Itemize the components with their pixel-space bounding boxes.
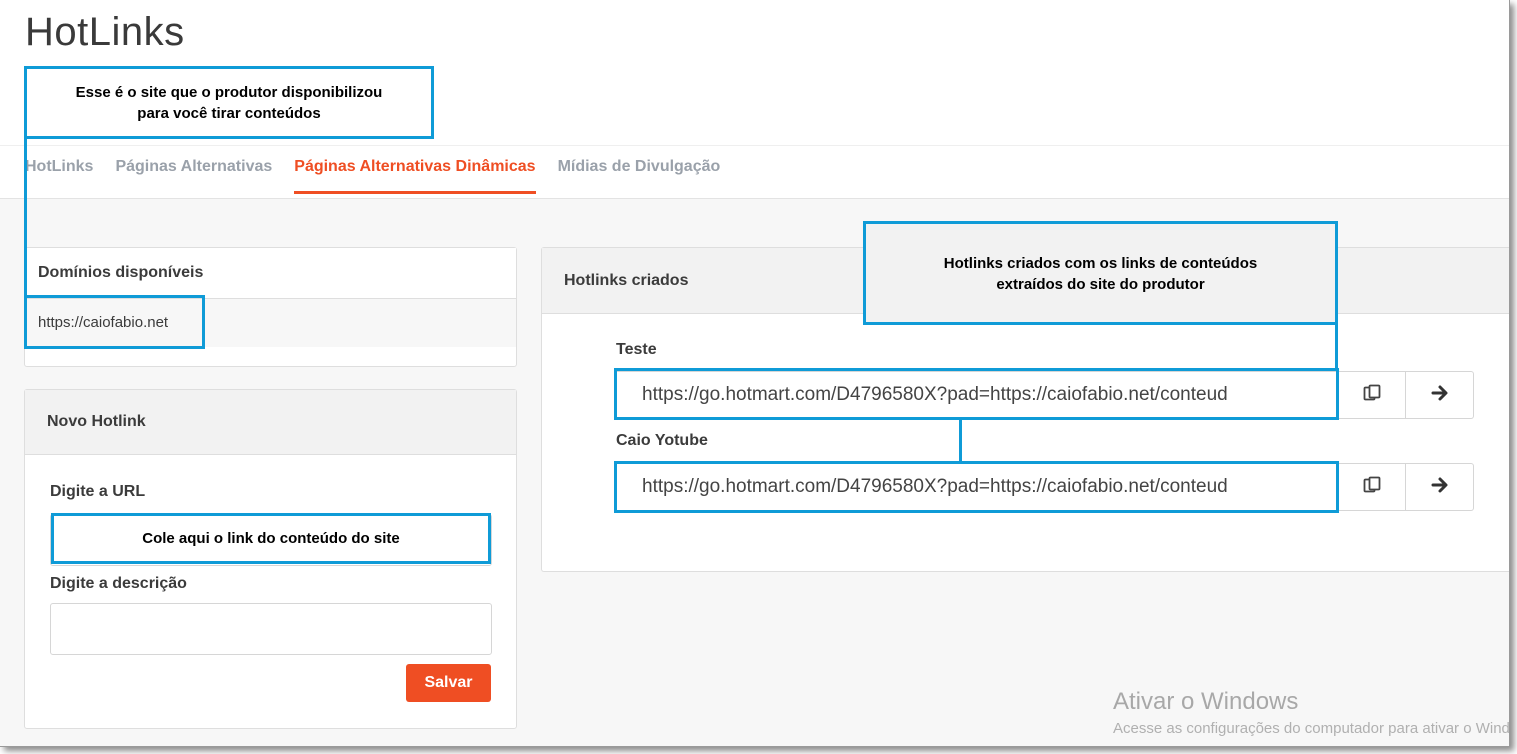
app-window: HotLinks HotLinks Páginas Alternativas P… bbox=[0, 0, 1510, 747]
windows-watermark-title: Ativar o Windows bbox=[1113, 688, 1299, 715]
tab-midias-de-divulgacao[interactable]: Mídias de Divulgação bbox=[558, 158, 721, 194]
domain-highlight bbox=[24, 295, 205, 349]
description-label: Digite a descrição bbox=[50, 575, 187, 592]
windows-watermark-subtitle: Acesse as configurações do computador pa… bbox=[1113, 720, 1509, 737]
site-note-connector bbox=[24, 139, 27, 297]
created-note-line: extraídos do site do produtor bbox=[996, 276, 1205, 293]
link-highlight bbox=[614, 461, 1339, 513]
tab-paginas-alternativas[interactable]: Páginas Alternativas bbox=[115, 158, 272, 194]
domains-panel-title: Domínios disponíveis bbox=[25, 248, 516, 299]
tab-paginas-alternativas-dinamicas[interactable]: Páginas Alternativas Dinâmicas bbox=[294, 158, 536, 194]
new-hotlink-panel-title: Novo Hotlink bbox=[25, 390, 516, 455]
save-button[interactable]: Salvar bbox=[406, 664, 491, 702]
link-highlight bbox=[614, 368, 1339, 420]
arrow-right-icon bbox=[1430, 383, 1450, 408]
created-note-connector bbox=[1335, 325, 1338, 370]
arrow-right-icon bbox=[1430, 475, 1450, 500]
copy-button[interactable] bbox=[1338, 463, 1406, 511]
copy-button[interactable] bbox=[1338, 371, 1406, 419]
open-link-button[interactable] bbox=[1406, 371, 1474, 419]
copy-icon bbox=[1362, 475, 1382, 500]
created-note-text: Hotlinks criados com os links de conteúd… bbox=[863, 253, 1338, 295]
site-note-line: para você tirar conteúdos bbox=[137, 105, 321, 122]
link-connector bbox=[959, 420, 962, 462]
header-divider bbox=[0, 145, 1509, 146]
created-note-line: Hotlinks criados com os links de conteúd… bbox=[943, 255, 1258, 272]
url-label: Digite a URL bbox=[50, 483, 146, 500]
site-note-text: Esse é o site que o produtor disponibili… bbox=[24, 82, 434, 124]
site-note-line: Esse é o site que o produtor disponibili… bbox=[75, 84, 383, 101]
copy-icon bbox=[1362, 383, 1382, 408]
description-input[interactable] bbox=[50, 603, 492, 655]
tab-hotlinks[interactable]: HotLinks bbox=[25, 158, 93, 194]
hotlink-name: Teste bbox=[616, 341, 657, 358]
hotlink-name: Caio Yotube bbox=[616, 432, 708, 449]
page-title: HotLinks bbox=[25, 10, 185, 54]
paste-note-text: Cole aqui o link do conteúdo do site bbox=[142, 530, 400, 547]
tab-bar: HotLinks Páginas Alternativas Páginas Al… bbox=[25, 158, 720, 194]
open-link-button[interactable] bbox=[1406, 463, 1474, 511]
